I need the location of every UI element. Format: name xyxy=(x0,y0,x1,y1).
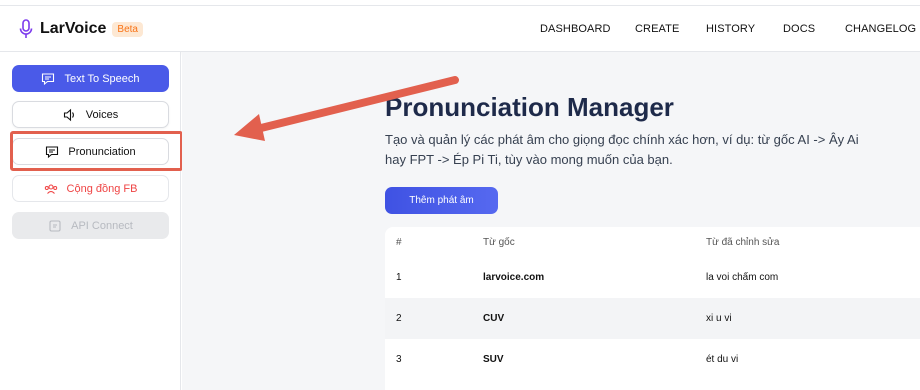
annotation-arrow xyxy=(234,76,459,141)
